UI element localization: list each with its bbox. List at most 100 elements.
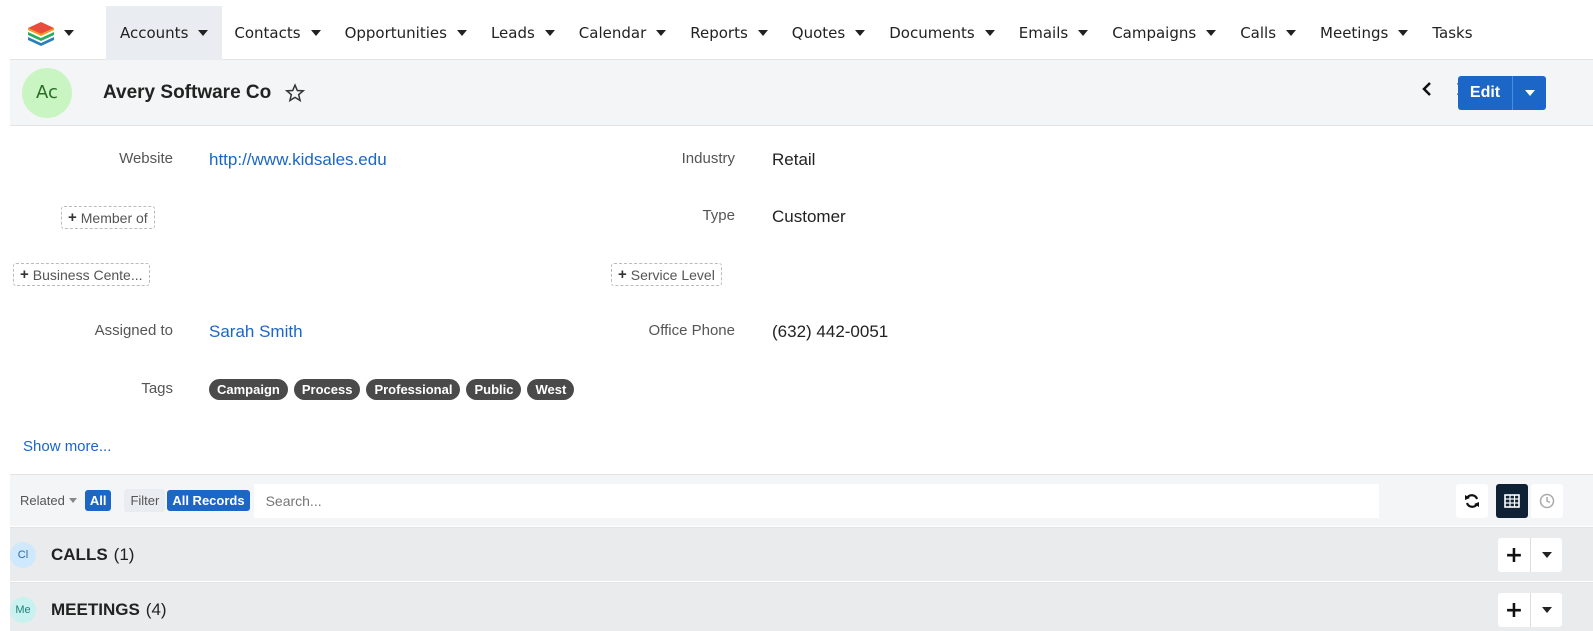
- tag-list: Campaign Process Professional Public West: [209, 379, 575, 400]
- subpanel-calls[interactable]: Cl CALLS (1) +: [10, 527, 1593, 581]
- chevron-down-icon[interactable]: [544, 29, 555, 36]
- chevron-down-icon: [1541, 607, 1552, 613]
- chevron-down-icon[interactable]: [984, 29, 995, 36]
- subpanel-title[interactable]: MEETINGS (4): [51, 600, 167, 620]
- nav-tab-label: Emails: [1018, 23, 1069, 42]
- add-business-center-button[interactable]: + Business Cente...: [13, 263, 150, 286]
- app-logo-menu[interactable]: [10, 6, 106, 60]
- nav-tab-emails[interactable]: Emails: [1007, 6, 1100, 60]
- nav-tab-accounts[interactable]: Accounts: [106, 5, 223, 60]
- subpanel-actions: +: [1498, 593, 1562, 627]
- nav-tab-label: Accounts: [120, 23, 189, 42]
- subpanel-actions-dropdown[interactable]: [1530, 593, 1562, 627]
- chevron-down-icon[interactable]: [1206, 29, 1217, 36]
- subpanel-name: CALLS: [51, 544, 108, 564]
- module-avatar: Me: [10, 596, 36, 623]
- refresh-icon: [1465, 494, 1479, 508]
- clock-icon: [1539, 493, 1555, 509]
- chevron-down-icon: [1524, 90, 1535, 96]
- office-phone-value: (632) 442-0051: [772, 322, 889, 341]
- add-member-of-button[interactable]: + Member of: [61, 206, 155, 229]
- nav-tab-label: Leads: [490, 23, 535, 42]
- chevron-down-icon[interactable]: [456, 29, 467, 36]
- plus-icon: +: [1504, 597, 1524, 623]
- tag-pill[interactable]: Public: [466, 379, 522, 400]
- search-input[interactable]: [253, 483, 1379, 518]
- nav-tab-label: Contacts: [234, 23, 301, 42]
- website-link[interactable]: http://www.kidsales.edu: [209, 150, 387, 170]
- chevron-down-icon[interactable]: [1078, 29, 1089, 36]
- related-all-pill[interactable]: All: [84, 490, 112, 511]
- add-member-of-label: Member of: [80, 209, 148, 226]
- chevron-down-icon[interactable]: [656, 29, 667, 36]
- chevron-down-icon[interactable]: [198, 29, 209, 36]
- add-record-button[interactable]: +: [1498, 593, 1530, 627]
- timeline-view-button[interactable]: [1531, 484, 1563, 518]
- chevron-down-icon[interactable]: [1286, 29, 1297, 36]
- industry-label: Industry: [681, 150, 735, 167]
- filter-label: Filter: [124, 489, 166, 512]
- nav-tab-label: Meetings: [1320, 23, 1389, 42]
- chevron-down-icon[interactable]: [1398, 29, 1409, 36]
- nav-tab-documents[interactable]: Documents: [877, 6, 1007, 60]
- nav-tab-campaigns[interactable]: Campaigns: [1100, 6, 1228, 60]
- nav-tab-quotes[interactable]: Quotes: [780, 6, 877, 60]
- chevron-down-icon: [1541, 552, 1552, 558]
- filter-all-records-pill[interactable]: All Records: [167, 490, 250, 511]
- refresh-button[interactable]: [1456, 484, 1488, 518]
- record-header: Ac Avery Software Co Edit: [10, 60, 1593, 126]
- nav-tab-label: Calendar: [578, 23, 647, 42]
- record-fields: Website http://www.kidsales.edu Industry…: [10, 126, 1593, 474]
- chevron-down-icon[interactable]: [757, 29, 768, 36]
- subpanel-meetings[interactable]: Me MEETINGS (4) +: [10, 582, 1593, 631]
- tag-pill[interactable]: Process: [293, 379, 361, 400]
- edit-actions-dropdown[interactable]: [1512, 76, 1546, 110]
- plus-icon: +: [68, 209, 77, 226]
- stack-logo-icon: [28, 21, 54, 46]
- tag-pill[interactable]: Professional: [366, 379, 461, 400]
- add-record-button[interactable]: +: [1498, 538, 1530, 572]
- office-phone-label: Office Phone: [648, 322, 735, 339]
- nav-tabs: Accounts Contacts Opportunities Leads Calend…: [106, 5, 1485, 60]
- nav-tab-label: Campaigns: [1112, 23, 1197, 42]
- nav-tab-meetings[interactable]: Meetings: [1308, 6, 1420, 60]
- subpanel-title[interactable]: CALLS (1): [51, 545, 134, 565]
- chevron-down-icon[interactable]: [310, 29, 321, 36]
- plus-icon: +: [20, 266, 29, 283]
- chevron-down-icon: [68, 498, 77, 503]
- tag-pill[interactable]: Campaign: [209, 379, 288, 400]
- plus-icon: +: [1504, 542, 1524, 568]
- related-filter-bar: Related All Filter All Records: [10, 474, 1593, 526]
- subpanel-count: (1): [113, 544, 135, 564]
- previous-record-icon[interactable]: [1420, 80, 1434, 98]
- related-dropdown[interactable]: Related All: [20, 490, 112, 511]
- tag-pill[interactable]: West: [527, 379, 575, 400]
- nav-tab-leads[interactable]: Leads: [479, 6, 567, 60]
- plus-icon: +: [618, 266, 627, 283]
- assigned-to-link[interactable]: Sarah Smith: [209, 322, 303, 342]
- list-view-button[interactable]: [1496, 484, 1528, 518]
- favorite-star-icon[interactable]: [285, 82, 306, 103]
- nav-tab-calls[interactable]: Calls: [1228, 6, 1308, 60]
- subpanel-name: MEETINGS: [51, 599, 140, 619]
- subpanel-actions-dropdown[interactable]: [1530, 538, 1562, 572]
- table-icon: [1504, 494, 1520, 508]
- nav-tab-label: Quotes: [791, 23, 846, 42]
- add-service-level-button[interactable]: + Service Level: [611, 263, 722, 286]
- tags-label: Tags: [141, 380, 173, 397]
- website-label: Website: [119, 150, 173, 167]
- nav-tab-contacts[interactable]: Contacts: [222, 6, 332, 60]
- nav-tab-reports[interactable]: Reports: [678, 6, 780, 60]
- type-label: Type: [702, 207, 735, 224]
- nav-tab-tasks[interactable]: Tasks: [1420, 6, 1484, 60]
- add-service-level-label: Service Level: [630, 266, 715, 283]
- nav-tab-opportunities[interactable]: Opportunities: [333, 6, 479, 60]
- chevron-down-icon: [64, 29, 74, 36]
- show-more-link[interactable]: Show more...: [23, 438, 111, 455]
- industry-value: Retail: [772, 150, 816, 169]
- nav-tab-calendar[interactable]: Calendar: [567, 6, 678, 60]
- chevron-down-icon[interactable]: [855, 29, 866, 36]
- edit-button[interactable]: Edit: [1458, 76, 1512, 110]
- type-value: Customer: [772, 207, 846, 226]
- subpanel-actions: +: [1498, 538, 1562, 572]
